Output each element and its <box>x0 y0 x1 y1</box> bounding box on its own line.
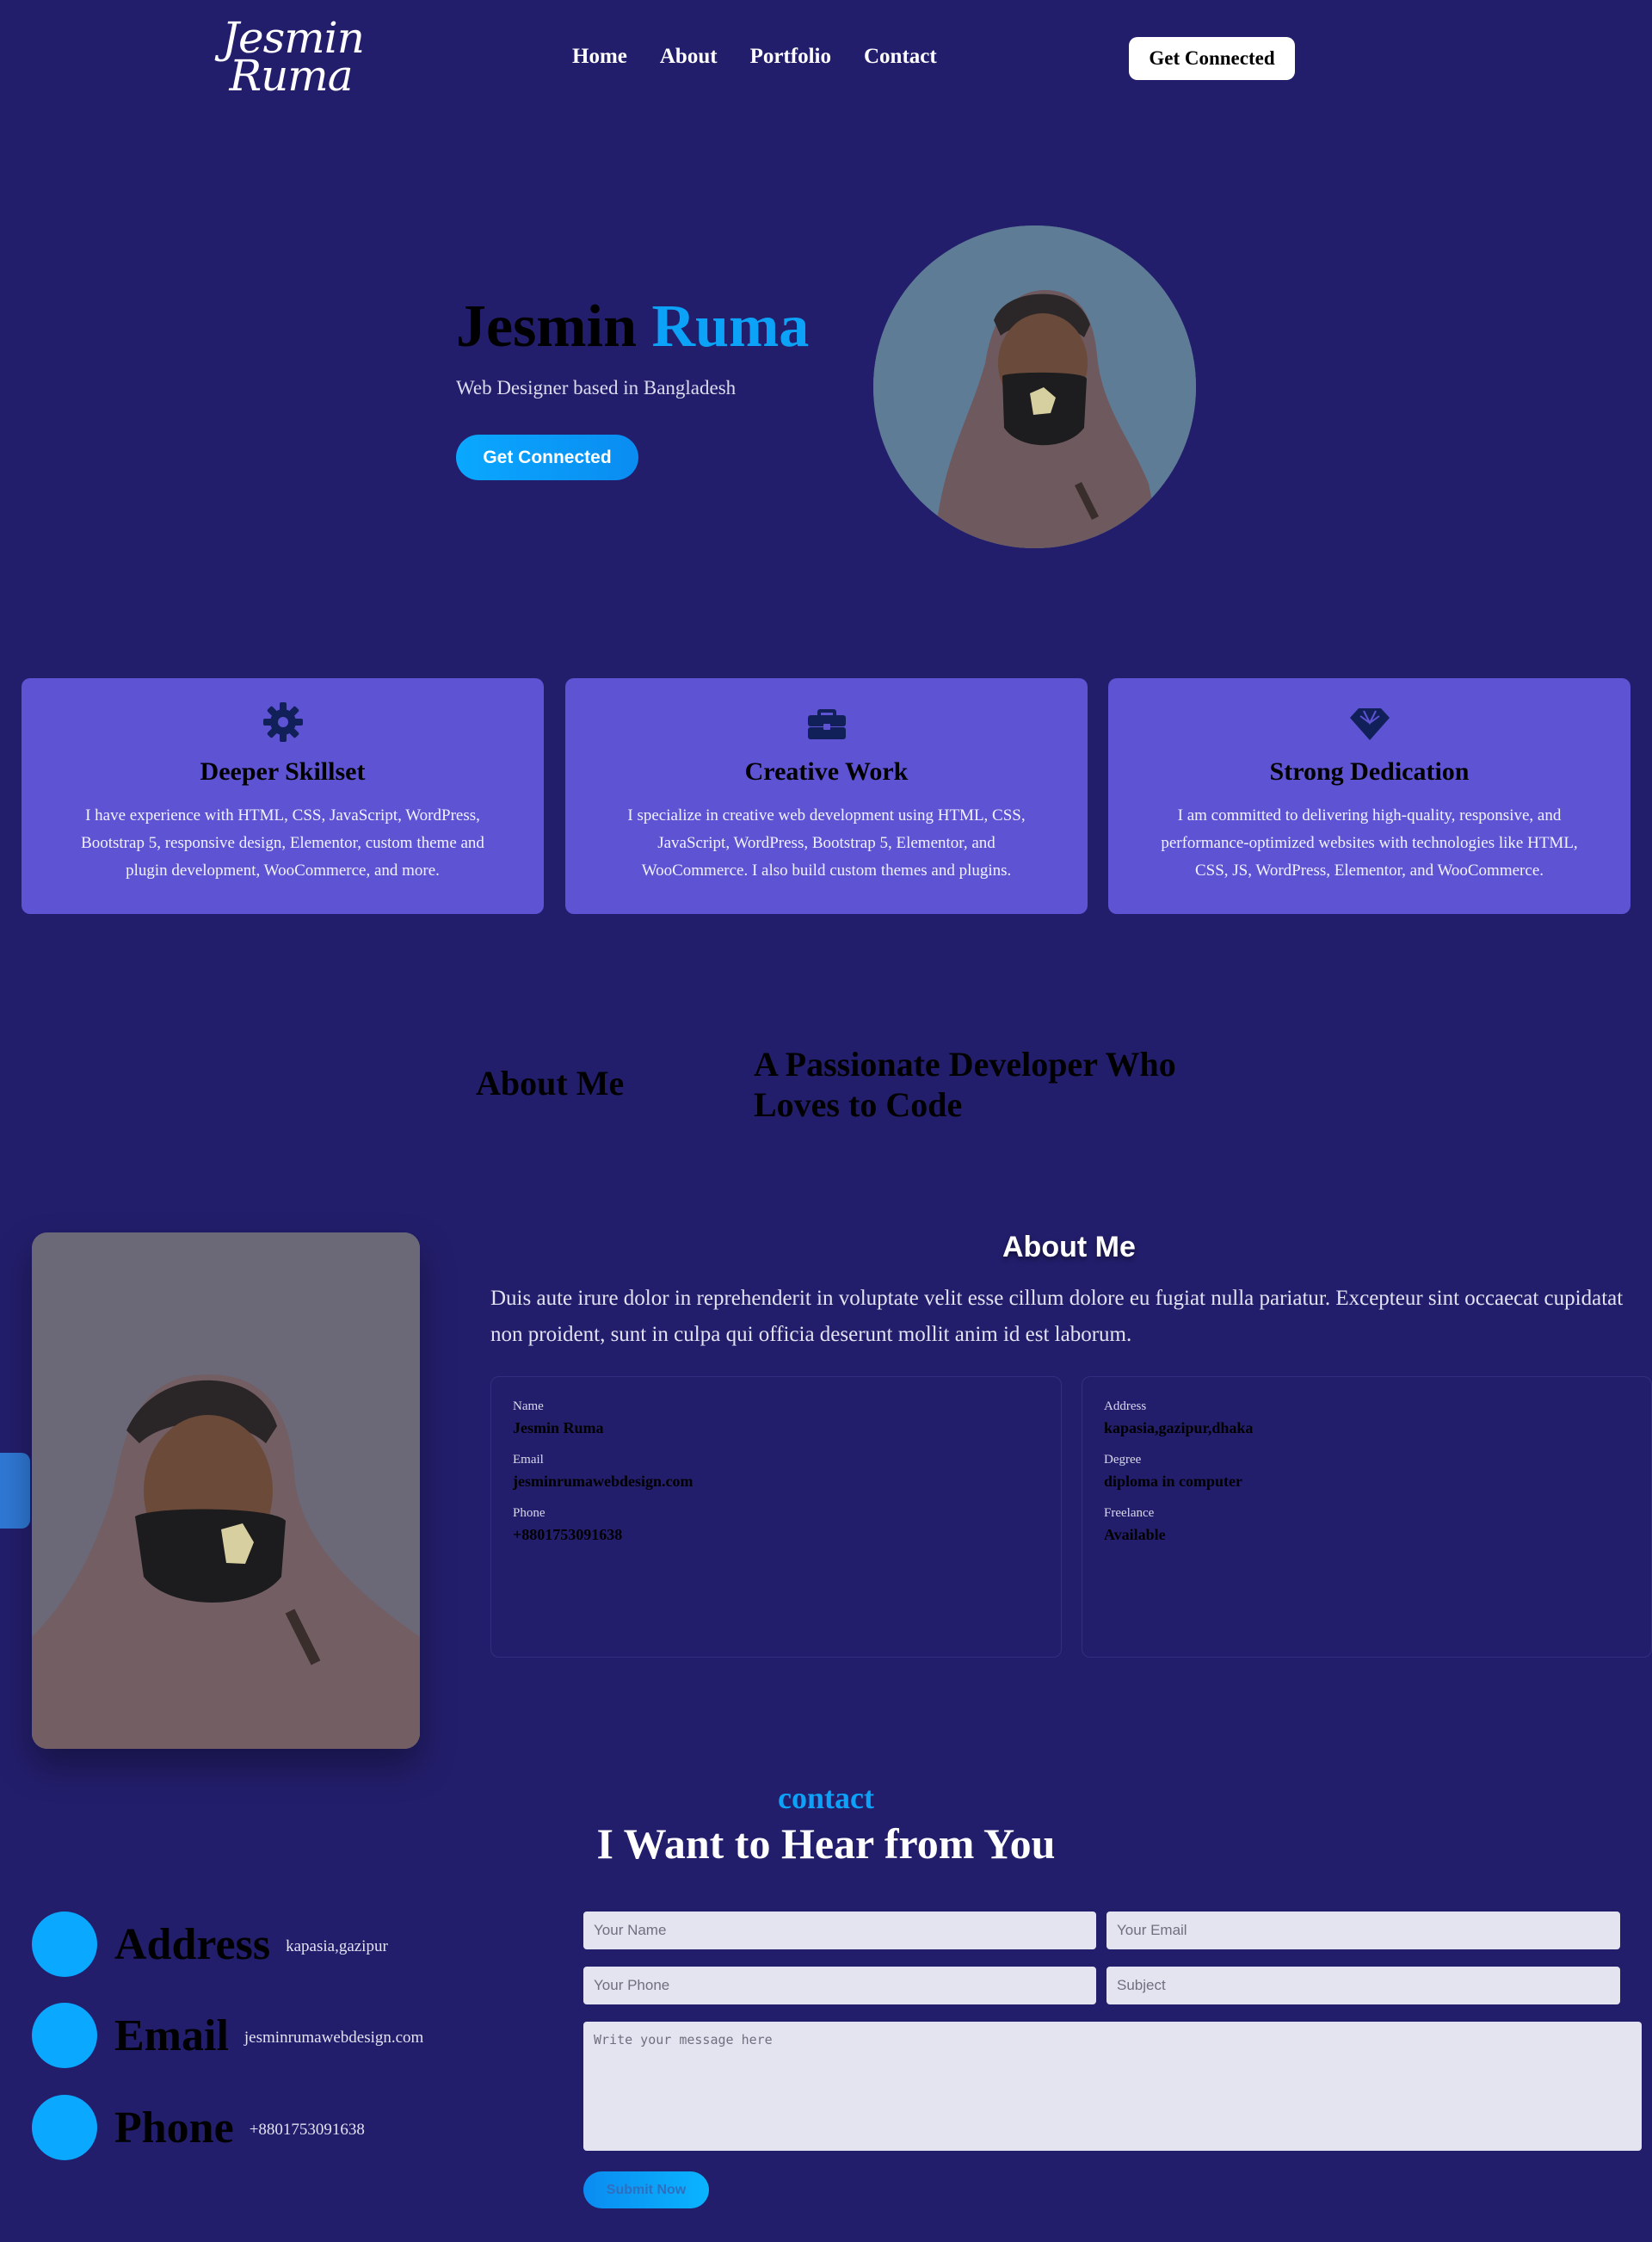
info-label-name: Name <box>513 1399 544 1413</box>
contact-item-value: +8801753091638 <box>249 2121 365 2139</box>
nav-contact[interactable]: Contact <box>864 45 937 69</box>
card-title: Deeper Skillset <box>200 757 366 786</box>
info-label-degree: Degree <box>1104 1453 1142 1467</box>
nav-about[interactable]: About <box>660 45 718 69</box>
contact-item-address: Address kapasia,gazipur <box>32 1912 388 1977</box>
hero-first-name: Jesmin <box>456 293 637 360</box>
hero-subtitle: Web Designer based in Bangladesh <box>456 377 737 398</box>
hero-name: Jesmin Ruma <box>456 293 809 361</box>
card-text: I have experience with HTML, CSS, JavaSc… <box>81 806 484 880</box>
submit-button[interactable]: Submit Now <box>583 2171 709 2208</box>
info-box-details: Address kapasia,gazipur,dhaka Degree dip… <box>1082 1376 1652 1658</box>
contact-item-title: Address <box>114 1919 271 1969</box>
nav-portfolio[interactable]: Portfolio <box>750 45 831 69</box>
phone-input[interactable]: Your Phone <box>583 1967 1096 2004</box>
card-strong-dedication: Strong Dedication I am committed to deli… <box>1108 678 1630 914</box>
nav-home[interactable]: Home <box>572 45 627 69</box>
contact-item-phone: Phone +8801753091638 <box>32 2095 365 2160</box>
card-creative-work: Creative Work I specialize in creative w… <box>565 678 1088 914</box>
card-deeper-skillset: Deeper Skillset I have experience with H… <box>22 678 544 914</box>
side-tab-handle[interactable] <box>0 1453 30 1529</box>
email-icon <box>32 2003 97 2068</box>
info-value-email: jesminrumawebdesign.com <box>513 1473 693 1490</box>
info-value-degree: diploma in computer <box>1104 1473 1243 1490</box>
info-label-email: Email <box>513 1453 544 1467</box>
address-icon <box>32 1912 97 1977</box>
about-title: About Me <box>1002 1231 1136 1263</box>
contact-item-value: kapasia,gazipur <box>286 1937 388 1955</box>
about-intro-tagline: A Passionate Developer Who Loves to Code <box>754 1045 1176 1124</box>
contact-item-value: jesminrumawebdesign.com <box>243 2029 424 2047</box>
card-title: Creative Work <box>744 757 909 786</box>
info-value-freelance: Available <box>1104 1526 1166 1543</box>
about-text: Duis aute irure dolor in reprehenderit i… <box>490 1287 1624 1346</box>
phone-icon <box>32 2095 97 2160</box>
card-text: I am committed to delivering high-qualit… <box>1161 806 1578 880</box>
diamond-icon <box>1348 701 1391 744</box>
info-value-address: kapasia,gazipur,dhaka <box>1104 1419 1254 1436</box>
header-get-connected-button[interactable]: Get Connected <box>1129 37 1295 80</box>
contact-heading: I Want to Hear from You <box>596 1819 1056 1868</box>
logo[interactable]: Jesmin Ruma <box>222 16 365 101</box>
card-title: Strong Dedication <box>1269 757 1470 786</box>
email-input[interactable]: Your Email <box>1106 1912 1620 1949</box>
briefcase-icon <box>805 701 848 744</box>
name-input[interactable]: Your Name <box>583 1912 1096 1949</box>
about-intro-heading: About Me <box>476 1064 625 1102</box>
card-text: I specialize in creative web development… <box>627 806 1026 880</box>
hero-get-connected-button[interactable]: Get Connected <box>456 435 638 480</box>
hero-last-name: Ruma <box>651 293 810 360</box>
contact-item-title: Email <box>114 2010 229 2060</box>
message-textarea[interactable]: Write your message here <box>583 2022 1642 2151</box>
info-label-phone: Phone <box>513 1506 546 1520</box>
subject-input[interactable]: Subject <box>1106 1967 1620 2004</box>
info-label-address: Address <box>1104 1399 1147 1413</box>
info-value-name: Jesmin Ruma <box>513 1419 604 1436</box>
contact-tag: contact <box>778 1781 874 1815</box>
info-value-phone: +8801753091638 <box>513 1526 623 1543</box>
contact-item-email: Email jesminrumawebdesign.com <box>32 2003 423 2068</box>
info-label-freelance: Freelance <box>1104 1506 1155 1520</box>
about-profile-photo <box>32 1232 420 1749</box>
contact-item-title: Phone <box>114 2103 234 2152</box>
logo-line-2: Ruma <box>229 51 353 101</box>
gear-icon <box>262 701 305 744</box>
main-nav: Home About Portfolio Contact <box>572 45 970 69</box>
hero-profile-photo <box>873 225 1196 548</box>
info-box-personal: Name Jesmin Ruma Email jesminrumawebdesi… <box>490 1376 1062 1658</box>
